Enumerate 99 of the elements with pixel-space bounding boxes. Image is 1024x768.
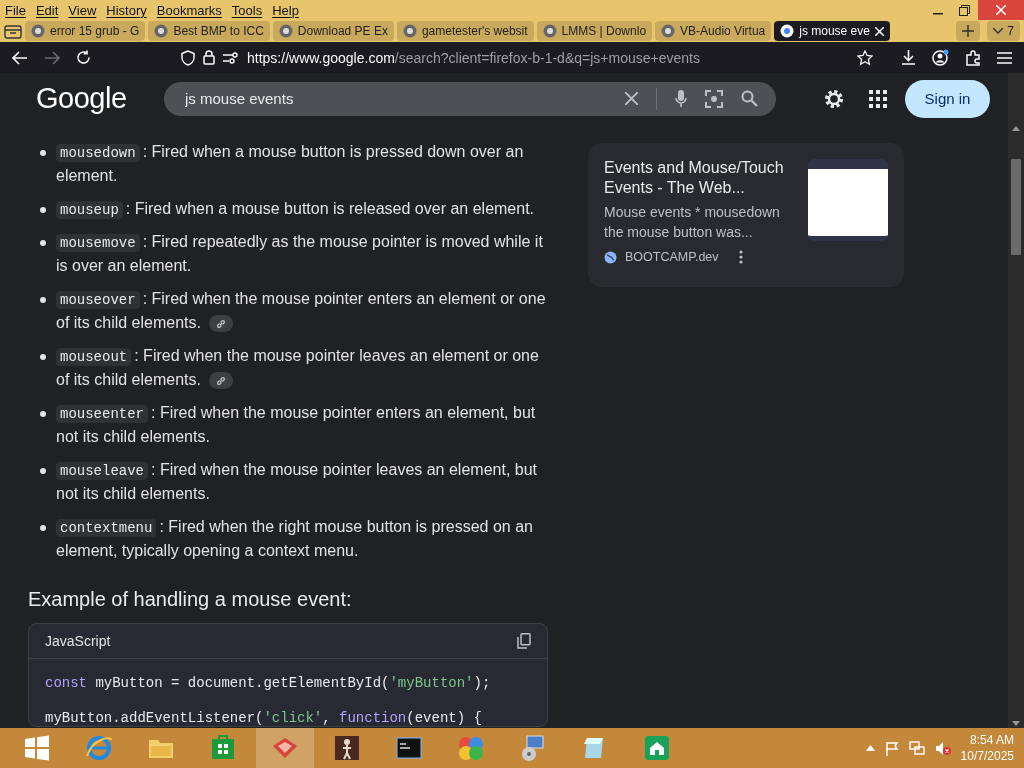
result-snippet: Mouse events * mousedown the mouse button was... — [604, 203, 781, 242]
bullet-icon — [40, 525, 46, 531]
chevron-down-icon — [993, 28, 1004, 34]
favicon-icon — [542, 24, 557, 38]
favicon-icon — [402, 24, 417, 38]
result-card[interactable]: Events and Mouse/Touch Events - The Web... Mouse events * mousedown the mouse button was... BOOTCAMP.dev — [588, 143, 904, 287]
bullet-icon — [40, 411, 46, 417]
event-description: mouseover : Fired when the mouse pointer enters an element or one of its child elements. — [56, 289, 547, 335]
menu-item[interactable]: Bookmarks — [151, 2, 227, 18]
bullet-icon — [40, 297, 46, 303]
browser-tab[interactable]: Download PE Ex — [272, 21, 394, 41]
favicon-icon — [31, 24, 45, 38]
search-icon[interactable] — [741, 90, 758, 107]
browser-tab[interactable]: LMMS | Downlo — [536, 21, 653, 41]
store-icon[interactable] — [209, 734, 237, 762]
more-options-icon[interactable] — [738, 250, 743, 264]
shield-icon[interactable] — [181, 49, 195, 66]
favicon-icon — [780, 24, 795, 38]
menu-item[interactable]: View — [63, 2, 102, 18]
link-button[interactable] — [208, 315, 233, 333]
terminal-icon[interactable] — [395, 734, 423, 762]
plus-icon — [962, 25, 975, 37]
bullet-icon — [40, 207, 46, 213]
network-icon[interactable] — [908, 740, 925, 756]
bullet-icon — [40, 150, 46, 156]
result-site: BOOTCAMP.dev — [625, 250, 719, 264]
code-language: JavaScript — [45, 633, 111, 649]
search-input[interactable]: js mouse events — [185, 90, 607, 107]
menu-item[interactable]: Help — [267, 2, 304, 18]
copy-icon[interactable] — [517, 633, 531, 649]
menu-item[interactable]: File — [0, 2, 31, 18]
reload-icon[interactable] — [76, 50, 91, 65]
permissions-icon[interactable] — [223, 51, 239, 64]
browser-tab[interactable]: error 15 grub - G — [25, 21, 146, 41]
code-line: const myButton = document.getElementById('myButton'); — [45, 675, 492, 691]
sign-in-button[interactable]: Sign in — [905, 79, 990, 118]
extensions-icon[interactable] — [965, 49, 981, 66]
scrollbar-thumb[interactable] — [1011, 159, 1021, 255]
scroll-down-icon[interactable] — [1012, 721, 1020, 726]
clear-icon[interactable] — [625, 92, 638, 105]
scroll-up-icon[interactable] — [1012, 126, 1020, 131]
menu-item[interactable]: History — [101, 2, 152, 18]
close-icon — [996, 5, 1006, 15]
favicon-icon — [154, 24, 169, 38]
event-description: mousedown : Fired when a mouse button is pressed down over an element. — [56, 142, 525, 186]
event-description: contextmenu : Fired when the right mouse button is pressed on an element, typically opening a context menu. — [56, 517, 534, 561]
event-description: mouseup : Fired when a mouse button is released over an element. — [56, 197, 548, 221]
colorful-app-icon[interactable] — [457, 734, 485, 762]
settings-icon[interactable] — [823, 87, 845, 110]
speaker-muted-icon[interactable] — [934, 740, 951, 756]
menu-icon[interactable] — [997, 51, 1012, 64]
forward-icon — [44, 50, 60, 65]
menu-item[interactable]: Edit — [30, 2, 64, 18]
browser-tab[interactable]: VB-Audio Virtua — [655, 21, 772, 41]
figure-app-icon[interactable] — [333, 734, 361, 762]
microphone-icon[interactable] — [675, 89, 687, 108]
show-hidden-icon[interactable] — [865, 745, 875, 751]
globe-icon — [604, 250, 617, 264]
star-icon[interactable] — [857, 49, 873, 66]
event-description: mouseenter : Fired when the mouse pointer enters an element, but not its child elements. — [56, 403, 537, 447]
bullet-icon — [40, 468, 46, 474]
tab-list-icon[interactable] — [4, 23, 22, 39]
result-title[interactable]: Events and Mouse/Touch Events - The Web... — [604, 158, 790, 198]
favicon-icon — [278, 24, 293, 38]
section-heading: Example of handling a mouse event: — [28, 588, 353, 611]
google-logo[interactable]: Google — [36, 82, 164, 115]
apps-icon[interactable] — [869, 89, 887, 108]
start-icon[interactable] — [23, 734, 51, 762]
favicon-icon — [661, 24, 676, 38]
close-button[interactable] — [978, 0, 1024, 20]
event-description: mouseout : Fired when the mouse pointer leaves an element or one of its child elements. — [56, 346, 540, 392]
browser-tab[interactable]: js mouse eve — [774, 21, 890, 41]
browser-tab[interactable]: gametester's websit — [396, 21, 534, 41]
lock-icon[interactable] — [203, 50, 215, 65]
browser-tab[interactable]: Best BMP to ICC — [148, 21, 270, 41]
network-disc-icon[interactable] — [519, 734, 547, 762]
search-field[interactable]: js mouse events — [164, 81, 776, 116]
close-tab-icon[interactable] — [874, 26, 884, 36]
download-icon[interactable] — [901, 50, 916, 65]
restore-icon[interactable] — [959, 4, 970, 16]
tab-count-button[interactable]: 7 — [987, 21, 1020, 41]
house-app-icon[interactable] — [643, 734, 671, 762]
event-description: mouseleave : Fired when the mouse pointer leaves an element, but not its child elements. — [56, 460, 538, 504]
bullet-icon — [40, 240, 46, 246]
link-icon — [215, 375, 226, 386]
menu-item[interactable]: Tools — [226, 2, 268, 18]
code-line: myButton.addEventListener('click', function(event) { — [45, 710, 483, 726]
scrollbar[interactable] — [1008, 124, 1024, 728]
bullet-icon — [40, 354, 46, 360]
flag-icon[interactable] — [884, 740, 899, 756]
back-icon[interactable] — [12, 50, 28, 65]
link-icon — [215, 318, 226, 329]
new-tab-button[interactable] — [956, 21, 981, 41]
time-text: 8:54 AM — [969, 732, 1014, 748]
camera-search-icon[interactable] — [705, 89, 723, 108]
event-description: mousemove : Fired repeatedly as the mouse pointer is moved while it is over an element. — [56, 232, 544, 276]
link-button[interactable] — [208, 372, 233, 390]
date-text: 10/7/2025 — [960, 748, 1014, 764]
account-icon[interactable] — [932, 49, 949, 66]
